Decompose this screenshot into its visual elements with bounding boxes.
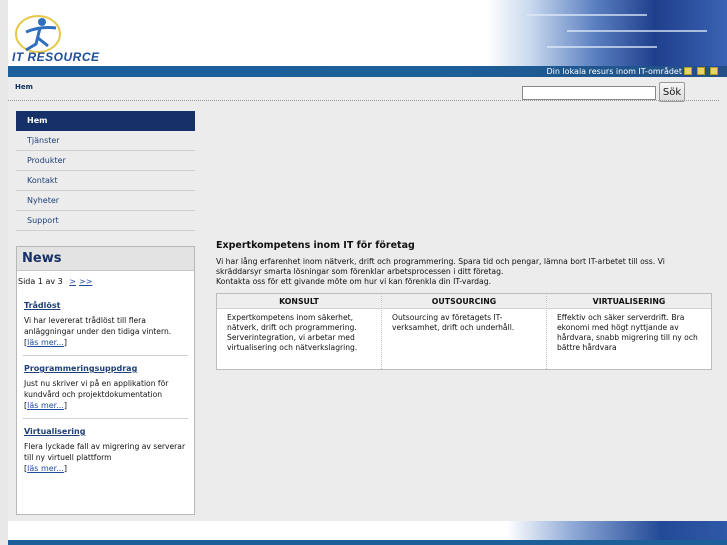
- service-column: OUTSOURCING Outsourcing av företagets IT…: [382, 294, 547, 369]
- news-title: News: [17, 247, 194, 271]
- news-body: Vi har levererat trådlöst till flera anl…: [24, 316, 172, 336]
- intro-text: Vi har lång erfarenhet inom nätverk, dri…: [216, 257, 665, 276]
- services-table: KONSULT Expertkompetens inom säkerhet, n…: [216, 293, 712, 370]
- page-title: Expertkompetens inom IT för företag: [216, 240, 415, 251]
- news-body: Just nu skriver vi på en applikation för…: [24, 379, 169, 399]
- read-more[interactable]: [läs mer...]: [24, 464, 187, 473]
- list-item: Trådlöst Vi har levererat trådlöst till …: [23, 293, 188, 356]
- sidebar-item-support[interactable]: Support: [16, 211, 195, 231]
- service-column: VIRTUALISERING Effektiv och säker server…: [547, 294, 711, 369]
- header-banner-graphic: [487, 0, 727, 66]
- read-more[interactable]: [läs mer...]: [24, 338, 187, 347]
- square-icon[interactable]: [684, 67, 692, 75]
- sidebar-item-tjanster[interactable]: Tjänster: [16, 131, 195, 151]
- sidebar-item-produkter[interactable]: Produkter: [16, 151, 195, 171]
- footer: [8, 521, 727, 545]
- service-body: Effektiv och säker serverdrift. Bra ekon…: [557, 313, 698, 352]
- news-box: News Sida 1 av 3 > >> Trådlöst Vi har lev…: [16, 246, 195, 515]
- service-body: Outsourcing av företagets IT-verksamhet,…: [392, 313, 515, 332]
- divider: [8, 100, 719, 101]
- footer-bar: [8, 540, 727, 545]
- sidebar-item-hem[interactable]: Hem: [16, 111, 195, 131]
- news-headline[interactable]: Virtualisering: [24, 427, 187, 436]
- tagline: Din lokala resurs inom IT-området: [546, 67, 682, 76]
- news-pager: Sida 1 av 3 > >>: [17, 271, 194, 293]
- read-more[interactable]: [läs mer...]: [24, 401, 187, 410]
- search-button[interactable]: Sök: [659, 82, 685, 102]
- logo-text: IT RESOURCE: [12, 50, 100, 64]
- news-body: Flera lyckade fall av migrering av serve…: [24, 442, 186, 462]
- read-more-link[interactable]: läs mer...: [27, 401, 64, 410]
- main-content: Expertkompetens inom IT för företag Vi h…: [216, 240, 712, 370]
- sidebar-item-kontakt[interactable]: Kontakt: [16, 171, 195, 191]
- service-body: Expertkompetens inom säkerhet, nätverk, …: [227, 313, 358, 352]
- news-headline[interactable]: Programmeringsuppdrag: [24, 364, 187, 373]
- read-more-link[interactable]: läs mer...: [27, 464, 64, 473]
- square-icon[interactable]: [697, 67, 705, 75]
- page: IT RESOURCE Din lokala resurs inom IT-om…: [8, 0, 727, 545]
- contact-text: Kontakta oss för ett givande möte om hur…: [216, 277, 492, 286]
- list-item: Virtualisering Flera lyckade fall av mig…: [23, 419, 188, 481]
- list-item: Programmeringsuppdrag Just nu skriver vi…: [23, 356, 188, 419]
- search-input[interactable]: [522, 86, 656, 100]
- service-title: VIRTUALISERING: [547, 294, 711, 309]
- square-icon[interactable]: [710, 67, 718, 75]
- sidebar-nav: Hem Tjänster Produkter Kontakt Nyheter S…: [16, 111, 195, 231]
- read-more-link[interactable]: läs mer...: [27, 338, 64, 347]
- news-headline[interactable]: Trådlöst: [24, 301, 187, 310]
- pager-text: Sida 1 av 3: [18, 277, 63, 286]
- service-title: OUTSOURCING: [382, 294, 546, 309]
- service-title: KONSULT: [217, 294, 381, 309]
- sidebar-item-nyheter[interactable]: Nyheter: [16, 191, 195, 211]
- pager-next-link[interactable]: >: [69, 277, 76, 286]
- header: IT RESOURCE: [8, 0, 727, 66]
- service-column: KONSULT Expertkompetens inom säkerhet, n…: [217, 294, 382, 369]
- breadcrumb[interactable]: Hem: [15, 83, 33, 91]
- pager-last-link[interactable]: >>: [79, 277, 92, 286]
